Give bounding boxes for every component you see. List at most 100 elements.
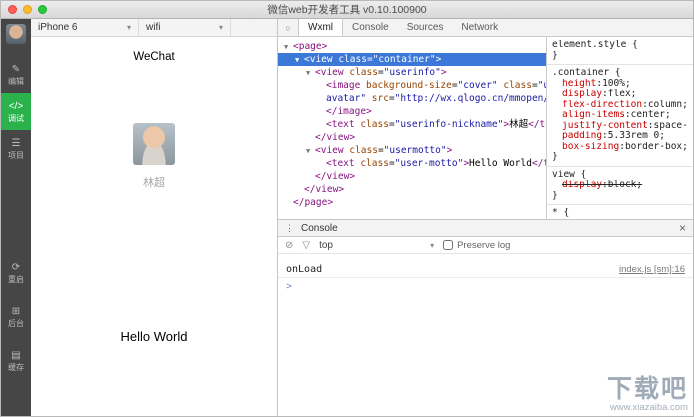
wxml-node[interactable]: ▼<view class="userinfo"> — [278, 66, 546, 79]
clear-console-icon[interactable]: ⊘ — [285, 240, 293, 251]
zoom-window-button[interactable] — [38, 5, 47, 14]
execution-context-value: top — [319, 240, 333, 251]
arrow-spacer — [317, 80, 326, 92]
expand-arrow-icon[interactable]: ▼ — [284, 41, 293, 53]
page-nav-title: WeChat — [31, 51, 277, 63]
sidebar-item-label: 缓存 — [8, 363, 24, 372]
window-controls — [8, 5, 47, 14]
wxml-node[interactable]: </page> — [278, 196, 546, 209]
wxml-node[interactable]: ▼<view class="usermotto"> — [278, 144, 546, 157]
minimize-window-button[interactable] — [23, 5, 32, 14]
style-property[interactable]: flex-direction:column; — [552, 100, 688, 111]
device-simulator: iPhone 6 ▾ wifi ▾ WeChat 林超 Hello World — [31, 19, 278, 417]
device-select[interactable]: iPhone 6 ▾ — [31, 19, 139, 36]
code-icon: </> — [9, 101, 23, 112]
wxml-node[interactable]: <text class="user-motto">Hello World</te… — [278, 157, 546, 170]
wxml-node[interactable]: ▼<page> — [278, 40, 546, 53]
console-menu-icon[interactable]: ⋮ — [285, 223, 294, 234]
expand-arrow-icon[interactable]: ▼ — [306, 67, 315, 79]
wxml-node[interactable]: <image background-size="cover" class="us… — [278, 79, 546, 92]
tab-network[interactable]: Network — [452, 19, 507, 36]
app-window: 微信web开发者工具 v0.10.100900 ✎ 编辑 </> 调试 ☰项目 ⟳ 重启 ⊞… — [0, 0, 694, 417]
wxml-node[interactable]: </view> — [278, 131, 546, 144]
style-property[interactable]: box-sizing:border-box; — [552, 142, 688, 153]
user-motto-text: Hello World — [31, 329, 277, 344]
user-avatar-image[interactable] — [133, 123, 175, 165]
sidebar-item-project[interactable]: ☰项目 — [1, 130, 31, 167]
console-prompt[interactable]: > — [278, 278, 693, 295]
preserve-log-toggle[interactable]: Preserve log — [443, 240, 510, 251]
console-title: Console — [301, 223, 338, 234]
account-avatar[interactable] — [6, 24, 26, 44]
style-closing-brace: } — [552, 51, 688, 62]
watermark-url: www.xiazaiba.com — [607, 402, 688, 413]
restart-icon: ⟳ — [12, 262, 20, 273]
sidebar-item-label: 重启 — [8, 275, 24, 284]
tab-wxml[interactable]: Wxml — [298, 19, 343, 36]
log-source-link[interactable]: index.js [sm]:16 — [619, 264, 685, 275]
device-select-value: iPhone 6 — [38, 22, 77, 33]
cache-icon: ▤ — [11, 350, 20, 361]
style-closing-brace: } — [552, 191, 688, 202]
console-prompt-chevron: > — [286, 281, 292, 292]
wxml-node[interactable]: </view> — [278, 183, 546, 196]
watermark-logo: 下载吧 — [607, 376, 688, 402]
expand-arrow-icon[interactable]: ▼ — [306, 145, 315, 157]
user-nickname: 林超 — [31, 174, 277, 190]
style-property[interactable]: display:flex; — [552, 89, 688, 100]
style-property[interactable]: justify-content:space-between; — [552, 121, 688, 132]
arrow-spacer — [317, 106, 326, 118]
sidebar-item-label: 编辑 — [8, 77, 24, 86]
chevron-down-icon: ▾ — [127, 23, 131, 32]
style-selector: view { — [552, 170, 688, 181]
inspect-element-icon[interactable]: ○ — [278, 19, 298, 36]
close-window-button[interactable] — [8, 5, 17, 14]
main-area: ✎ 编辑 </> 调试 ☰项目 ⟳ 重启 ⊞后台 ▤ 缓存 iPhone 6 ▾ wifi ▾ … — [1, 19, 693, 417]
sidebar-item-background[interactable]: ⊞后台 — [1, 295, 31, 339]
tab-sources[interactable]: Sources — [398, 19, 453, 36]
wxml-node[interactable]: </image> — [278, 105, 546, 118]
sidebar-top-group: ✎ 编辑 </> 调试 ☰项目 — [1, 56, 31, 167]
wxml-node[interactable]: </view> — [278, 170, 546, 183]
sidebar-bottom-group: ⟳ 重启 ⊞后台 ▤ 缓存 — [1, 251, 31, 383]
style-property[interactable]: padding:5.33rem 0; — [552, 131, 688, 142]
sidebar-item-debug[interactable]: </> 调试 — [1, 93, 31, 130]
style-property[interactable]: display:block; — [552, 180, 688, 191]
filter-icon[interactable]: ▽ — [302, 240, 310, 251]
devtools-tabs: WxmlConsoleSourcesNetwork — [298, 19, 507, 36]
wxml-node[interactable]: <text class="userinfo-nickname">林超</text… — [278, 118, 546, 131]
console-toolbar: ⊘ ▽ top ▾ Preserve log — [278, 237, 693, 254]
wxml-node[interactable]: avatar" src="http://wx.qlogo.cn/mmopen/v… — [278, 92, 546, 105]
arrow-spacer — [284, 197, 293, 209]
sidebar-item-label: 调试 — [8, 114, 24, 123]
style-selector: * { — [552, 208, 688, 219]
wxml-node[interactable]: ▼<view class="container"> — [278, 53, 546, 66]
device-toolbar: iPhone 6 ▾ wifi ▾ — [31, 19, 277, 37]
window-title: 微信web开发者工具 v0.10.100900 — [267, 2, 426, 17]
sidebar-item-cache[interactable]: ▤ 缓存 — [1, 339, 31, 383]
network-select-value: wifi — [146, 22, 160, 33]
devtools-panel: ○ WxmlConsoleSourcesNetwork ▼<page>▼<vie… — [278, 19, 693, 417]
log-message: onLoad — [286, 264, 322, 275]
style-property[interactable]: height:100%; — [552, 79, 688, 90]
arrow-spacer — [295, 184, 304, 196]
style-rule: * {margin:0;} — [547, 205, 693, 219]
expand-arrow-icon[interactable]: ▼ — [295, 54, 304, 66]
tab-console[interactable]: Console — [343, 19, 398, 36]
chevron-down-icon: ▾ — [219, 23, 223, 32]
elements-panel: ▼<page>▼<view class="container">▼<view c… — [278, 37, 693, 219]
sidebar-item-restart[interactable]: ⟳ 重启 — [1, 251, 31, 295]
sidebar-item-edit[interactable]: ✎ 编辑 — [1, 56, 31, 93]
sidebar-item-label: 后台 — [8, 319, 24, 328]
arrow-spacer — [317, 93, 326, 105]
device-screen: WeChat 林超 Hello World — [31, 37, 277, 417]
preserve-log-checkbox[interactable] — [443, 240, 453, 250]
close-console-icon[interactable]: × — [679, 222, 686, 234]
execution-context-select[interactable]: top ▾ — [319, 240, 434, 251]
style-closing-brace: } — [552, 152, 688, 163]
wxml-tree: ▼<page>▼<view class="container">▼<view c… — [278, 37, 546, 219]
pencil-icon: ✎ — [12, 64, 20, 75]
style-property[interactable]: align-items:center; — [552, 110, 688, 121]
network-select[interactable]: wifi ▾ — [139, 19, 231, 36]
style-selector: element.style { — [552, 40, 688, 51]
